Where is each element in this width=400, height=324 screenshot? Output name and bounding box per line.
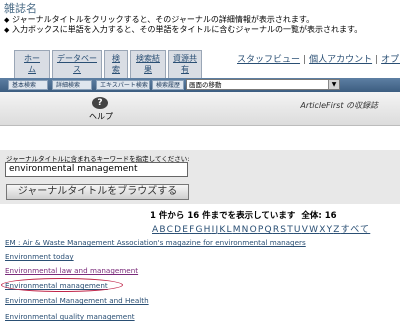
result-item[interactable]: EM : Air & Waste Management Association'… — [5, 238, 306, 247]
bullet-icon: ◆ — [4, 26, 10, 34]
results-range: 1 件から 16 件までを表示しています — [150, 211, 296, 221]
instruction-2: ◆ 入力ボックスに単語を入力すると、その単語をタイトルに含むジャーナルの一覧が表示… — [4, 25, 363, 34]
tab-home[interactable]: ホーム — [14, 50, 50, 78]
main-tabs: ホーム データベース 検索 検索結果 資源共有 — [14, 50, 202, 78]
alphabet-link[interactable]: Z — [333, 225, 340, 235]
alphabet-index: ABCDEFGHIJKLMNOPQRSTUVWXYZすべて — [152, 222, 370, 235]
advanced-search-button[interactable]: 詳細検索 — [52, 80, 92, 90]
journal-keyword-input[interactable]: environmental management — [5, 162, 188, 177]
results-total: 全体: 16 — [301, 211, 337, 221]
results-count: 1 件から 16 件までを表示しています 全体: 16 — [150, 209, 343, 221]
alphabet-link[interactable]: X — [319, 225, 326, 235]
alphabet-link[interactable]: B — [159, 225, 166, 235]
tab-search-results[interactable]: 検索結果 — [130, 50, 166, 78]
search-history-button[interactable]: 検索履歴 — [152, 80, 184, 90]
alphabet-link[interactable]: P — [258, 225, 265, 235]
alphabet-link[interactable]: D — [174, 225, 182, 235]
result-item[interactable]: Environment today — [5, 252, 74, 261]
expert-search-button[interactable]: エキスパート検索 — [96, 80, 150, 90]
help-label[interactable]: ヘルプ — [89, 111, 113, 122]
top-links: スタッフビュー|個人アカウント|オプシ — [237, 52, 400, 65]
result-item[interactable]: Environmental management — [5, 281, 108, 290]
result-item[interactable]: Environmental law and management — [5, 266, 138, 275]
chevron-down-icon: ▼ — [328, 80, 339, 89]
alphabet-link[interactable]: T — [287, 225, 294, 235]
navigate-select[interactable]: 画面の移動 ▼ — [186, 79, 340, 90]
options-link[interactable]: オプシ — [381, 55, 400, 65]
alphabet-link[interactable]: N — [242, 225, 250, 235]
alphabet-link[interactable]: C — [167, 225, 174, 235]
alphabet-link[interactable]: M — [233, 225, 242, 235]
basic-search-button[interactable]: 基本検索 — [8, 80, 48, 90]
alphabet-link[interactable]: H — [204, 225, 212, 235]
database-name: ArticleFirst の収録誌 — [300, 101, 378, 110]
result-item[interactable]: Environmental Management and Health — [5, 296, 149, 305]
tab-resource-sharing[interactable]: 資源共有 — [168, 50, 202, 78]
alphabet-link[interactable]: W — [309, 225, 319, 235]
personal-account-link[interactable]: 個人アカウント — [309, 55, 372, 65]
alphabet-link[interactable]: すべて — [341, 225, 371, 235]
tab-database[interactable]: データベース — [52, 50, 102, 78]
browse-journal-titles-button[interactable]: ジャーナルタイトルをブラウズする — [6, 184, 189, 200]
result-item[interactable]: Environmental quality management — [5, 312, 135, 321]
page-title: 雑誌名 — [4, 2, 37, 15]
journal-search-panel: ジャーナルタイトルに含まれるキーワードを指定してください: environmen… — [0, 150, 400, 204]
alphabet-link[interactable]: O — [250, 225, 258, 235]
tab-search[interactable]: 検索 — [104, 50, 128, 78]
alphabet-link[interactable]: Q — [265, 225, 273, 235]
help-icon[interactable]: ? — [92, 97, 108, 109]
search-toolbar: 基本検索 詳細検索 エキスパート検索 検索履歴 画面の移動 ▼ — [0, 78, 400, 92]
staff-view-link[interactable]: スタッフビュー — [237, 55, 300, 65]
instruction-1: ◆ ジャーナルタイトルをクリックすると、そのジャーナルの詳細情報が表示されます。 — [4, 15, 315, 24]
alphabet-link[interactable]: U — [294, 225, 302, 235]
help-bar: ? ヘルプ ArticleFirst の収録誌 — [0, 92, 400, 126]
alphabet-link[interactable]: G — [195, 225, 203, 235]
alphabet-link[interactable]: V — [302, 225, 309, 235]
instructions: ◆ ジャーナルタイトルをクリックすると、そのジャーナルの詳細情報が表示されます。 … — [4, 15, 400, 35]
bullet-icon: ◆ — [4, 16, 10, 24]
